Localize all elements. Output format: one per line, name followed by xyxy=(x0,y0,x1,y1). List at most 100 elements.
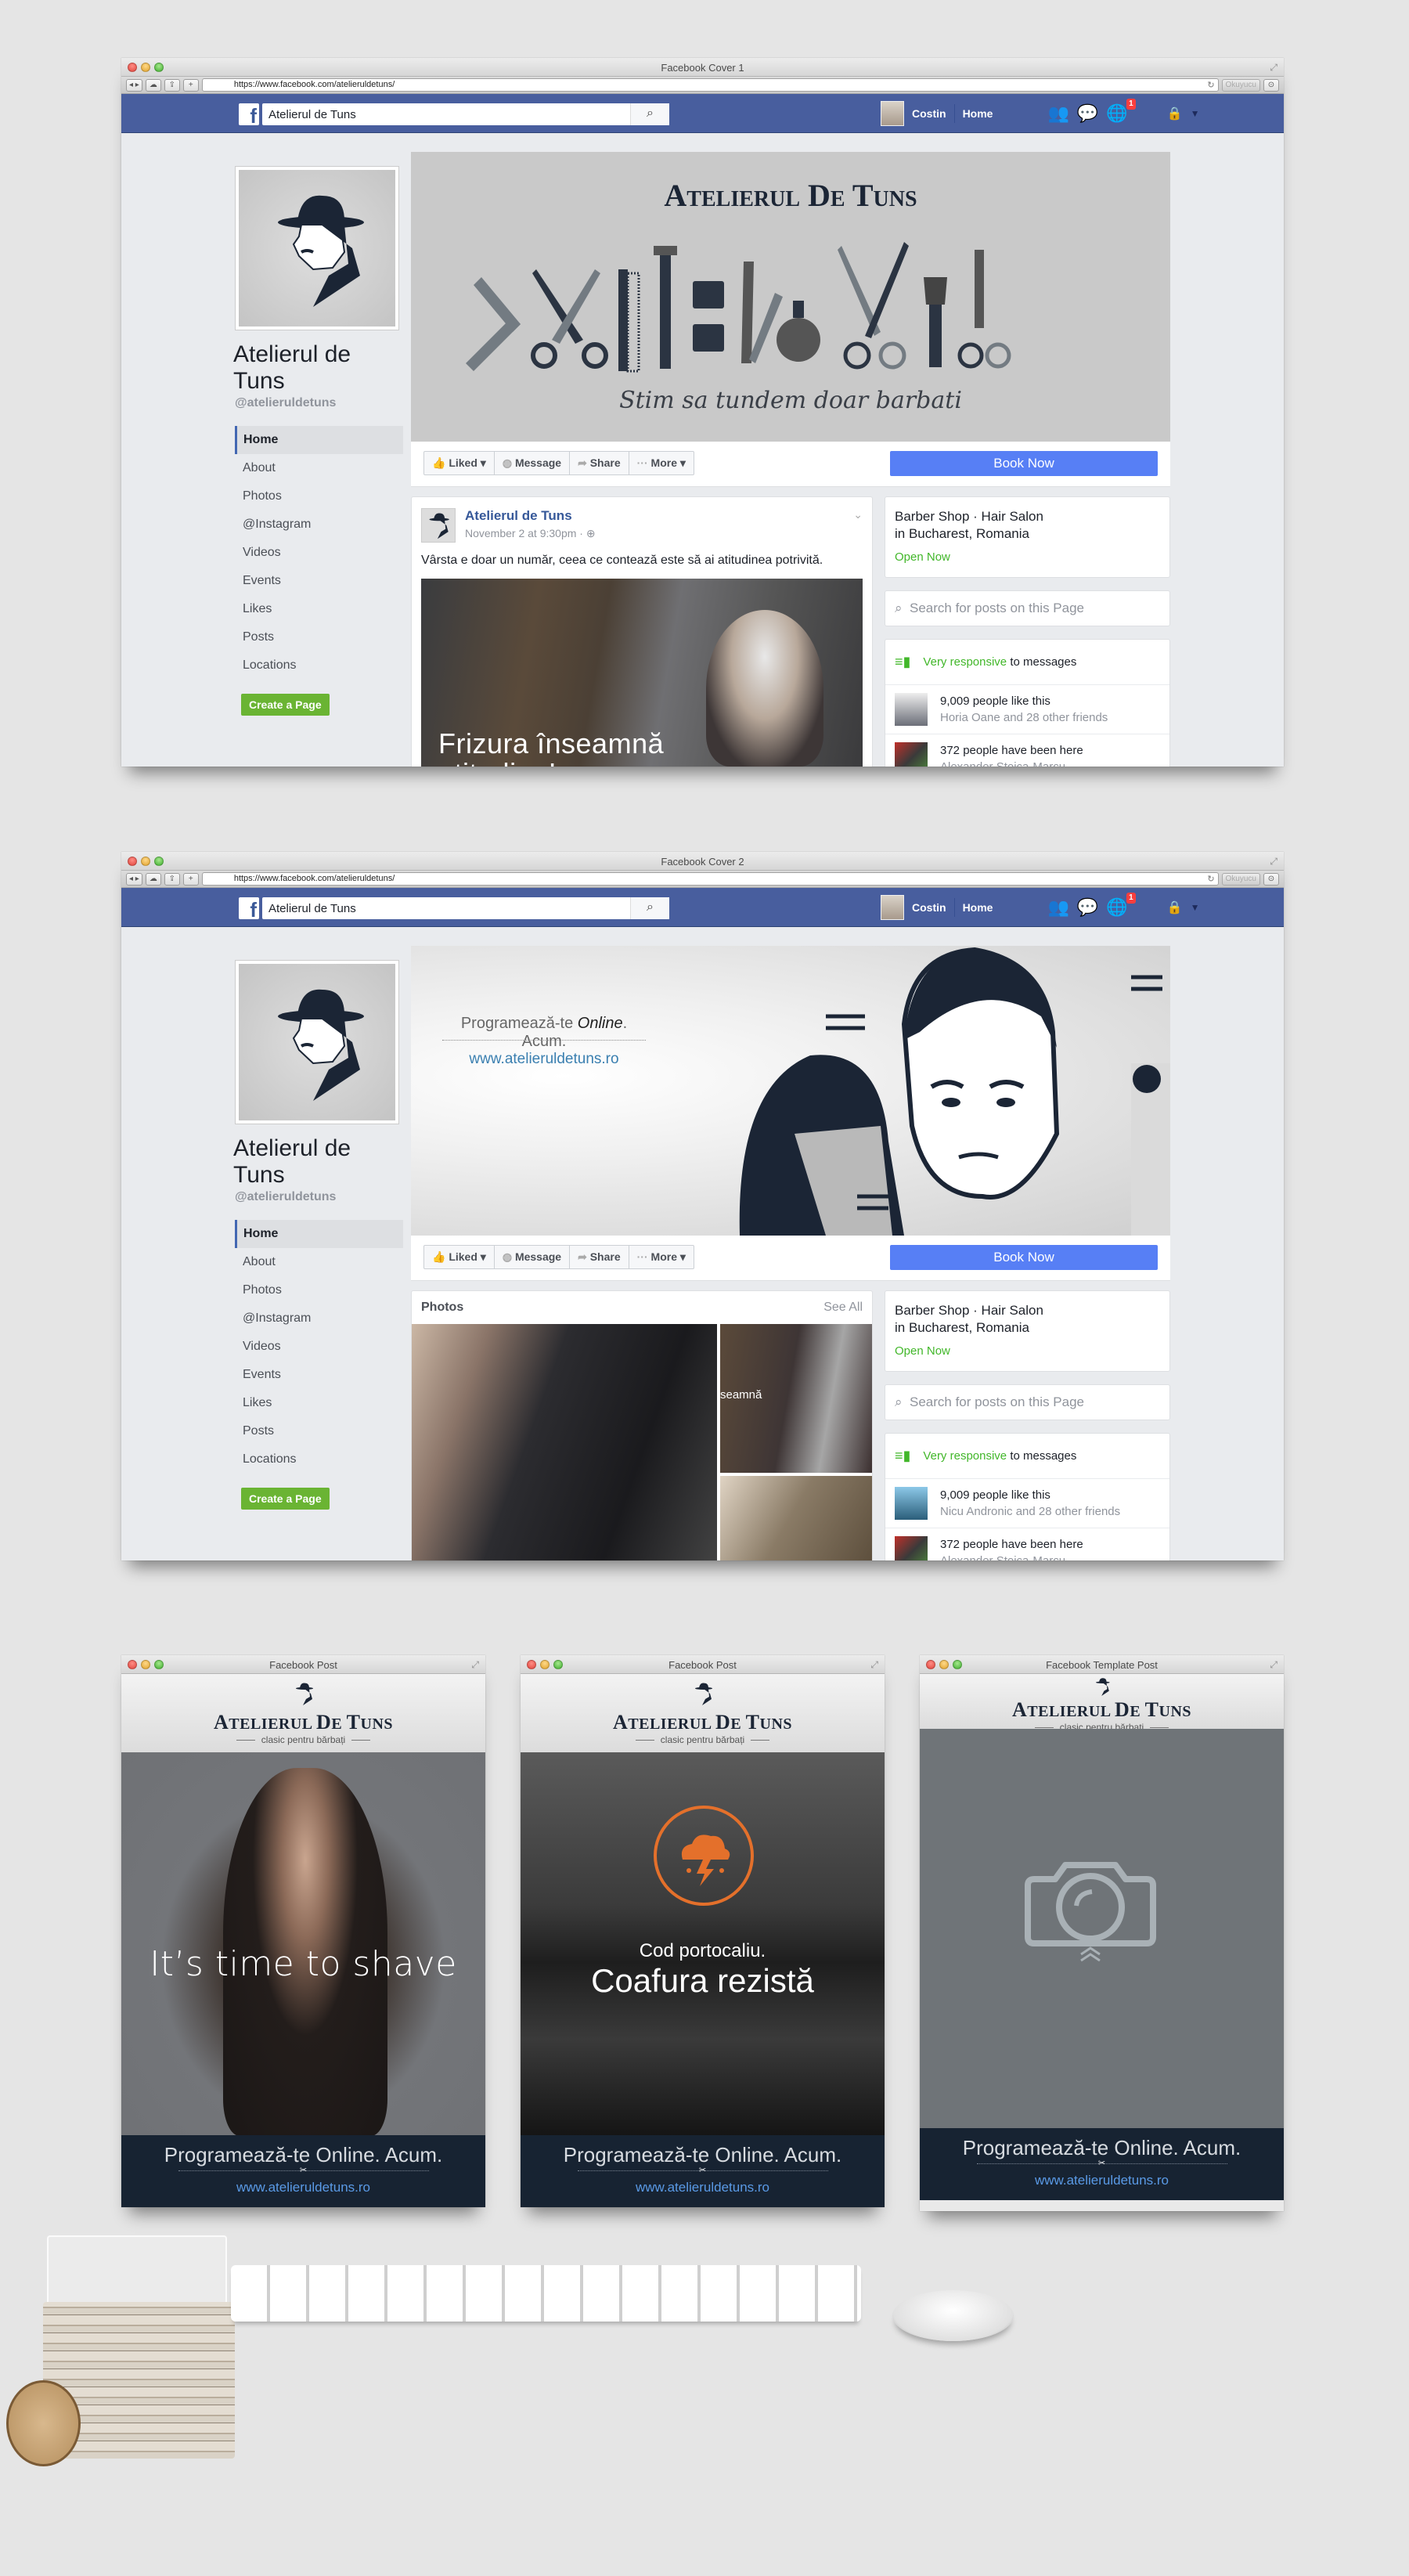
page-post-search[interactable]: ⌕ Search for posts on this Page xyxy=(885,590,1170,626)
privacy-lock-icon[interactable]: 🔒 xyxy=(1167,106,1183,121)
nav-home[interactable]: Home xyxy=(235,1220,403,1248)
post-author-link[interactable]: Atelierul de Tuns xyxy=(465,508,596,524)
create-page-button[interactable]: Create a Page xyxy=(241,694,330,716)
been-here-row[interactable]: 372 people have been here Alexander Stoic… xyxy=(885,1528,1169,1560)
privacy-lock-icon[interactable]: 🔒 xyxy=(1167,900,1183,915)
icloud-icon[interactable]: ☁ xyxy=(145,78,161,92)
site-link[interactable]: www.atelieruldetuns.ro xyxy=(121,2180,485,2195)
address-bar[interactable]: https://www.facebook.com/atelieruldetuns… xyxy=(201,872,1219,886)
image-placeholder[interactable] xyxy=(920,1729,1284,2128)
search-icon[interactable]: ⌕ xyxy=(630,103,669,125)
icloud-icon[interactable]: ☁ xyxy=(145,872,161,886)
facebook-search-input[interactable]: Atelierul de Tuns ⌕ xyxy=(262,103,669,125)
cover-site-link[interactable]: www.atelieruldetuns.ro xyxy=(442,1051,646,1068)
more-button[interactable]: ··· More ▾ xyxy=(629,1246,694,1268)
nav-events[interactable]: Events xyxy=(235,567,403,595)
site-link[interactable]: www.atelieruldetuns.ro xyxy=(521,2180,885,2195)
post-options-chevron-icon[interactable]: ⌄ xyxy=(853,508,863,521)
nav-events[interactable]: Events xyxy=(235,1361,403,1389)
new-tab-button[interactable]: + xyxy=(182,872,199,886)
nav-instagram[interactable]: @Instagram xyxy=(235,1304,403,1333)
nav-locations[interactable]: Locations xyxy=(235,651,403,680)
nav-videos[interactable]: Videos xyxy=(235,539,403,567)
fullscreen-icon[interactable]: ⤢ xyxy=(1270,1659,1277,1671)
nav-likes[interactable]: Likes xyxy=(235,595,403,623)
nav-likes[interactable]: Likes xyxy=(235,1389,403,1417)
fullscreen-icon[interactable]: ⤢ xyxy=(870,1659,878,1671)
home-link[interactable]: Home xyxy=(963,107,993,120)
profile-picture[interactable] xyxy=(235,960,399,1124)
user-avatar[interactable] xyxy=(881,101,904,126)
nav-about[interactable]: About xyxy=(235,454,403,482)
share-icon[interactable]: ⇪ xyxy=(164,78,180,92)
page-post-search[interactable]: ⌕ Search for posts on this Page xyxy=(885,1384,1170,1420)
nav-videos[interactable]: Videos xyxy=(235,1333,403,1361)
fullscreen-icon[interactable]: ⤢ xyxy=(471,1659,479,1671)
share-button[interactable]: ➦ Share xyxy=(570,452,629,474)
message-button[interactable]: ◍ Message xyxy=(495,452,571,474)
cover-photo[interactable]: Atelierul De Tuns Stim sa tundem doar ba… xyxy=(411,152,1170,442)
account-dropdown-icon[interactable]: ▼ xyxy=(1191,902,1200,913)
book-now-button[interactable]: Book Now xyxy=(890,1245,1158,1270)
notifications-globe-icon[interactable]: 🌐 1 xyxy=(1106,893,1136,918)
nav-posts[interactable]: Posts xyxy=(235,1417,403,1445)
post-image[interactable]: It’s time to shave xyxy=(121,1752,485,2135)
friend-requests-icon[interactable]: 👥 xyxy=(1047,897,1068,918)
reader-button[interactable]: Okuyucu xyxy=(1221,78,1260,92)
back-forward-button[interactable]: ◂ ▸ xyxy=(126,872,142,886)
site-link[interactable]: www.atelieruldetuns.ro xyxy=(920,2173,1284,2188)
been-here-row[interactable]: 372 people have been here Alexander Stoic… xyxy=(885,734,1169,767)
nav-posts[interactable]: Posts xyxy=(235,623,403,651)
account-dropdown-icon[interactable]: ▼ xyxy=(1191,108,1200,119)
user-avatar[interactable] xyxy=(881,895,904,920)
message-button[interactable]: ◍ Message xyxy=(495,1246,571,1268)
new-tab-button[interactable]: + xyxy=(182,78,199,92)
user-name-link[interactable]: Costin xyxy=(912,107,946,120)
post-image[interactable]: Cod portocaliu. Coafura rezistă xyxy=(521,1752,885,2135)
fullscreen-icon[interactable]: ⤢ xyxy=(1270,856,1277,868)
messenger-icon: ◍ xyxy=(502,456,513,469)
likes-row[interactable]: 9,009 people like this Horia Oane and 28 … xyxy=(885,685,1169,734)
nav-locations[interactable]: Locations xyxy=(235,1445,403,1474)
downloads-icon[interactable]: ⊙ xyxy=(1263,872,1279,886)
facebook-logo-icon[interactable]: f xyxy=(239,103,259,125)
nav-about[interactable]: About xyxy=(235,1248,403,1276)
share-icon[interactable]: ⇪ xyxy=(164,872,180,886)
friend-requests-icon[interactable]: 👥 xyxy=(1047,103,1068,124)
post-timestamp[interactable]: November 2 at 9:30pm · ⊕ xyxy=(465,527,596,540)
facebook-search-input[interactable]: Atelierul de Tuns ⌕ xyxy=(262,897,669,919)
reload-icon[interactable]: ↻ xyxy=(1207,874,1214,884)
post-author-avatar[interactable] xyxy=(421,508,456,543)
book-now-button[interactable]: Book Now xyxy=(890,451,1158,476)
address-bar[interactable]: https://www.facebook.com/atelieruldetuns… xyxy=(201,78,1219,92)
nav-photos[interactable]: Photos xyxy=(235,1276,403,1304)
liked-button[interactable]: 👍 Liked ▾ xyxy=(424,1246,495,1268)
likes-row[interactable]: 9,009 people like this Nicu Andronic and … xyxy=(885,1479,1169,1528)
messages-icon[interactable]: 💬 xyxy=(1077,103,1098,124)
messages-icon[interactable]: 💬 xyxy=(1077,897,1098,918)
reload-icon[interactable]: ↻ xyxy=(1207,80,1214,90)
search-icon[interactable]: ⌕ xyxy=(630,897,669,919)
liked-button[interactable]: 👍 Liked ▾ xyxy=(424,452,495,474)
facebook-logo-icon[interactable]: f xyxy=(239,897,259,919)
notifications-globe-icon[interactable]: 🌐 1 xyxy=(1106,99,1136,124)
home-link[interactable]: Home xyxy=(963,901,993,914)
nav-photos[interactable]: Photos xyxy=(235,482,403,511)
share-button[interactable]: ➦ Share xyxy=(570,1246,629,1268)
see-all-link[interactable]: See All xyxy=(823,1301,863,1315)
photo-barbershop[interactable] xyxy=(412,1324,717,1560)
more-button[interactable]: ··· More ▾ xyxy=(629,452,694,474)
user-name-link[interactable]: Costin xyxy=(912,901,946,914)
nav-home[interactable]: Home xyxy=(235,426,403,454)
downloads-icon[interactable]: ⊙ xyxy=(1263,78,1279,92)
nav-instagram[interactable]: @Instagram xyxy=(235,511,403,539)
cover-photo[interactable]: Programează-te Online. Acum. www.atelier… xyxy=(411,946,1170,1236)
post-image[interactable]: Frizura înseamnăatitudine! xyxy=(421,579,863,767)
photo-gentleman[interactable]: seamnă xyxy=(720,1324,872,1473)
fullscreen-icon[interactable]: ⤢ xyxy=(1270,62,1277,74)
reader-button[interactable]: Okuyucu xyxy=(1221,872,1260,886)
create-page-button[interactable]: Create a Page xyxy=(241,1488,330,1510)
photo-haircut[interactable] xyxy=(720,1476,872,1560)
profile-picture[interactable] xyxy=(235,166,399,330)
back-forward-button[interactable]: ◂ ▸ xyxy=(126,78,142,92)
